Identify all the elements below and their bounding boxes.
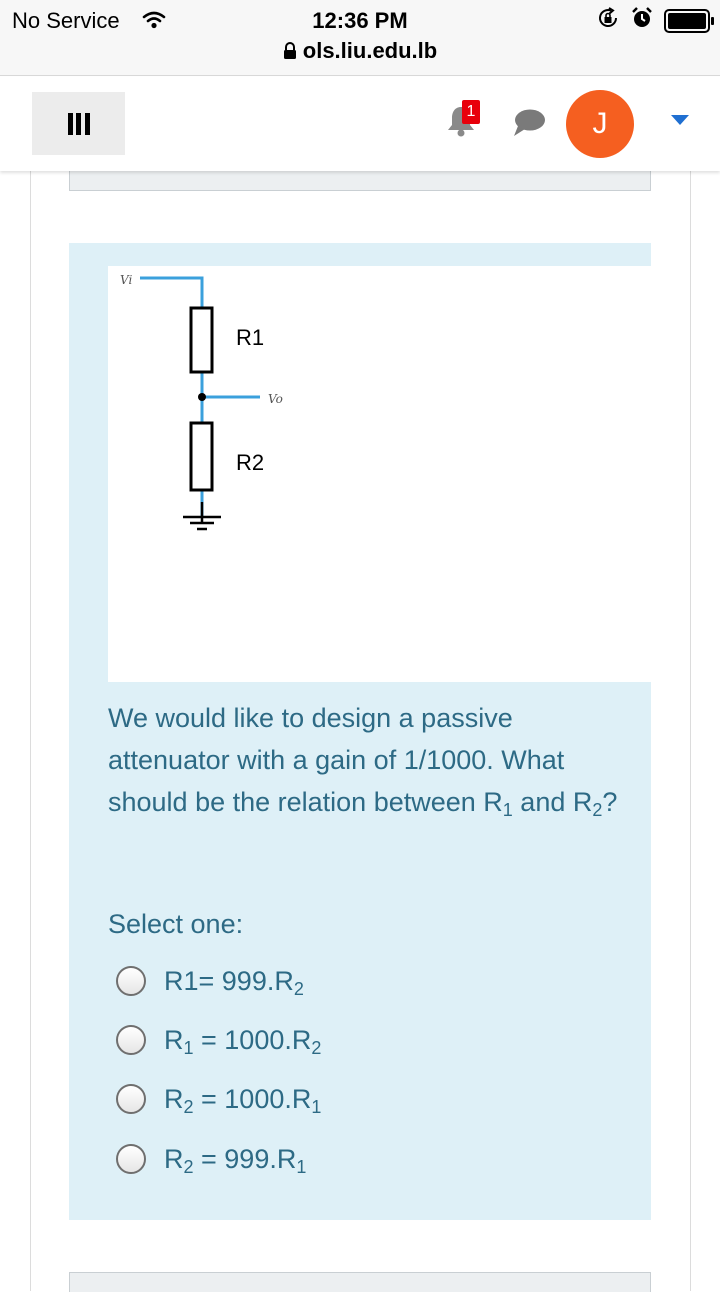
option-label: R1 = 1000.R2 <box>164 1024 322 1058</box>
status-bar: No Service 12:36 PM ols.liu.edu.lb <box>0 0 720 76</box>
answer-option-3[interactable]: R2 = 1000.R1 <box>116 1079 321 1119</box>
question-card: Vi Vo R1 R2 We would like to design a pa… <box>69 243 651 1220</box>
notification-count-badge: 1 <box>462 100 480 124</box>
option-label: R2 = 999.R1 <box>164 1143 307 1177</box>
radio-button[interactable] <box>116 1144 146 1174</box>
address-bar[interactable]: ols.liu.edu.lb <box>0 38 720 64</box>
select-one-label: Select one: <box>108 909 244 939</box>
question-text: We would like to design a passive attenu… <box>108 703 618 820</box>
url-text: ols.liu.edu.lb <box>302 38 438 63</box>
output-voltage-label: Vo <box>268 392 283 406</box>
previous-question-card <box>69 171 651 191</box>
option-label: R2 = 1000.R1 <box>164 1083 322 1117</box>
resistor-r1 <box>189 306 214 374</box>
battery-icon <box>664 8 714 33</box>
radio-button[interactable] <box>116 1025 146 1055</box>
ground-symbol <box>183 502 221 531</box>
top-navbar: 1 J <box>0 77 720 171</box>
next-question-card <box>69 1272 651 1292</box>
radio-button[interactable] <box>116 966 146 996</box>
answer-option-1[interactable]: R1= 999.R2 <box>116 961 304 1001</box>
r1-label: R1 <box>236 325 264 350</box>
radio-button[interactable] <box>116 1084 146 1114</box>
alarm-icon <box>630 6 654 35</box>
user-menu-caret-icon[interactable] <box>671 115 689 125</box>
circuit-diagram: Vi Vo R1 R2 <box>108 266 651 682</box>
user-avatar[interactable]: J <box>566 90 634 158</box>
messages-icon[interactable] <box>512 108 546 143</box>
junction-dot <box>198 393 206 401</box>
resistor-r2 <box>189 421 214 492</box>
answer-option-2[interactable]: R1 = 1000.R2 <box>116 1020 321 1060</box>
r2-label: R2 <box>236 450 264 475</box>
lock-icon <box>283 42 296 59</box>
menu-button[interactable] <box>32 92 125 155</box>
answer-option-4[interactable]: R2 = 999.R1 <box>116 1139 306 1179</box>
hamburger-icon <box>67 112 90 135</box>
input-voltage-label: Vi <box>120 273 132 287</box>
option-label: R1= 999.R2 <box>164 965 304 999</box>
orientation-lock-icon <box>596 6 620 35</box>
